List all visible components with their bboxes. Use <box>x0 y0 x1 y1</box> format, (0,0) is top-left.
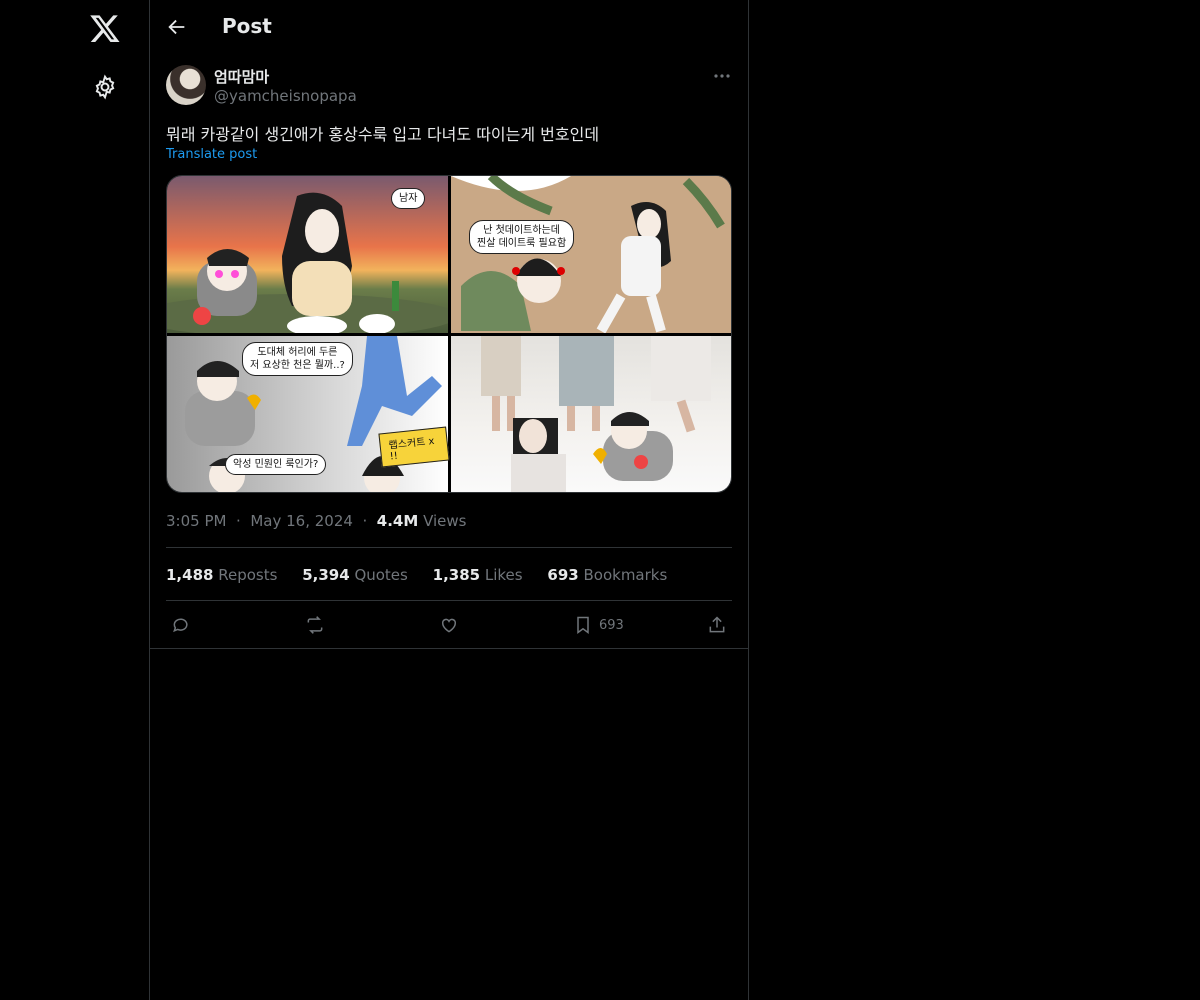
translate-post-link[interactable]: Translate post <box>166 147 257 162</box>
speech-bubble: 도대체 허리에 두른 저 요상한 천은 뭘까..? <box>242 342 353 376</box>
reposts-stat[interactable]: 1,488 Reposts <box>166 566 277 584</box>
media-image-2[interactable]: 난 첫데이트하는데 찐살 데이트룩 필요함 <box>451 176 731 334</box>
post-date[interactable]: May 16, 2024 <box>250 512 353 530</box>
share-button[interactable] <box>707 612 727 638</box>
post-metadata: 3:05 PM · May 16, 2024 · 4.4M Views <box>166 512 466 530</box>
likes-stat[interactable]: 1,385 Likes <box>433 566 523 584</box>
reply-button[interactable] <box>171 612 191 638</box>
repost-button[interactable] <box>305 612 325 638</box>
left-nav <box>0 0 150 1000</box>
settings-gear-icon[interactable] <box>92 74 118 100</box>
speech-burst: 랩스커트 x !! <box>378 426 450 468</box>
speech-bubble: 악성 민원인 룩인가? <box>225 454 327 475</box>
share-icon <box>709 616 725 633</box>
divider <box>166 547 732 548</box>
views-count: 4.4M <box>376 512 419 530</box>
repost-icon <box>307 616 323 634</box>
post-media-grid[interactable]: 남자 난 첫데이트하는데 찐살 데이트룩 필요함 도대체 허리에 두른 저 요상… <box>166 175 732 493</box>
divider <box>166 600 732 601</box>
page-title: Post <box>222 14 272 38</box>
bookmark-count: 693 <box>599 617 624 633</box>
separator-dot: · <box>357 512 372 530</box>
quotes-stat[interactable]: 5,394 Quotes <box>302 566 408 584</box>
media-image-1[interactable]: 남자 <box>167 176 457 338</box>
post-text: 뭐래 카광같이 생긴애가 홍상수룩 입고 다녀도 따이는게 번호인데 <box>166 125 600 144</box>
action-bar: 693 <box>166 612 732 638</box>
post-time[interactable]: 3:05 PM <box>166 512 226 530</box>
more-icon[interactable] <box>712 68 732 82</box>
divider <box>150 648 748 649</box>
media-image-4[interactable] <box>451 336 731 492</box>
reply-icon <box>173 618 188 633</box>
bookmark-button[interactable]: 693 <box>573 612 624 638</box>
x-logo-icon[interactable] <box>89 12 121 44</box>
engagement-stats: 1,488 Reposts 5,394 Quotes 1,385 Likes 6… <box>166 566 687 584</box>
speech-bubble: 남자 <box>391 188 426 209</box>
views-label: Views <box>423 512 467 530</box>
bookmark-icon <box>577 616 589 634</box>
separator-dot: · <box>231 512 246 530</box>
back-arrow-icon[interactable] <box>166 16 188 38</box>
bookmarks-stat[interactable]: 693 Bookmarks <box>547 566 667 584</box>
avatar[interactable] <box>166 65 206 105</box>
like-icon <box>441 618 457 633</box>
post-header: Post <box>150 0 748 54</box>
speech-bubble: 난 첫데이트하는데 찐살 데이트룩 필요함 <box>469 220 575 254</box>
post-column: Post 엄따맘마 @yamcheisnopapa 뭐래 카광같이 생긴애가 홍… <box>150 0 749 1000</box>
like-button[interactable] <box>439 612 459 638</box>
author-display-name[interactable]: 엄따맘마 <box>214 66 269 87</box>
media-image-3[interactable]: 도대체 허리에 두른 저 요상한 천은 뭘까..? 랩스커트 x !! 악성 민… <box>167 336 450 492</box>
author-handle[interactable]: @yamcheisnopapa <box>214 87 357 105</box>
